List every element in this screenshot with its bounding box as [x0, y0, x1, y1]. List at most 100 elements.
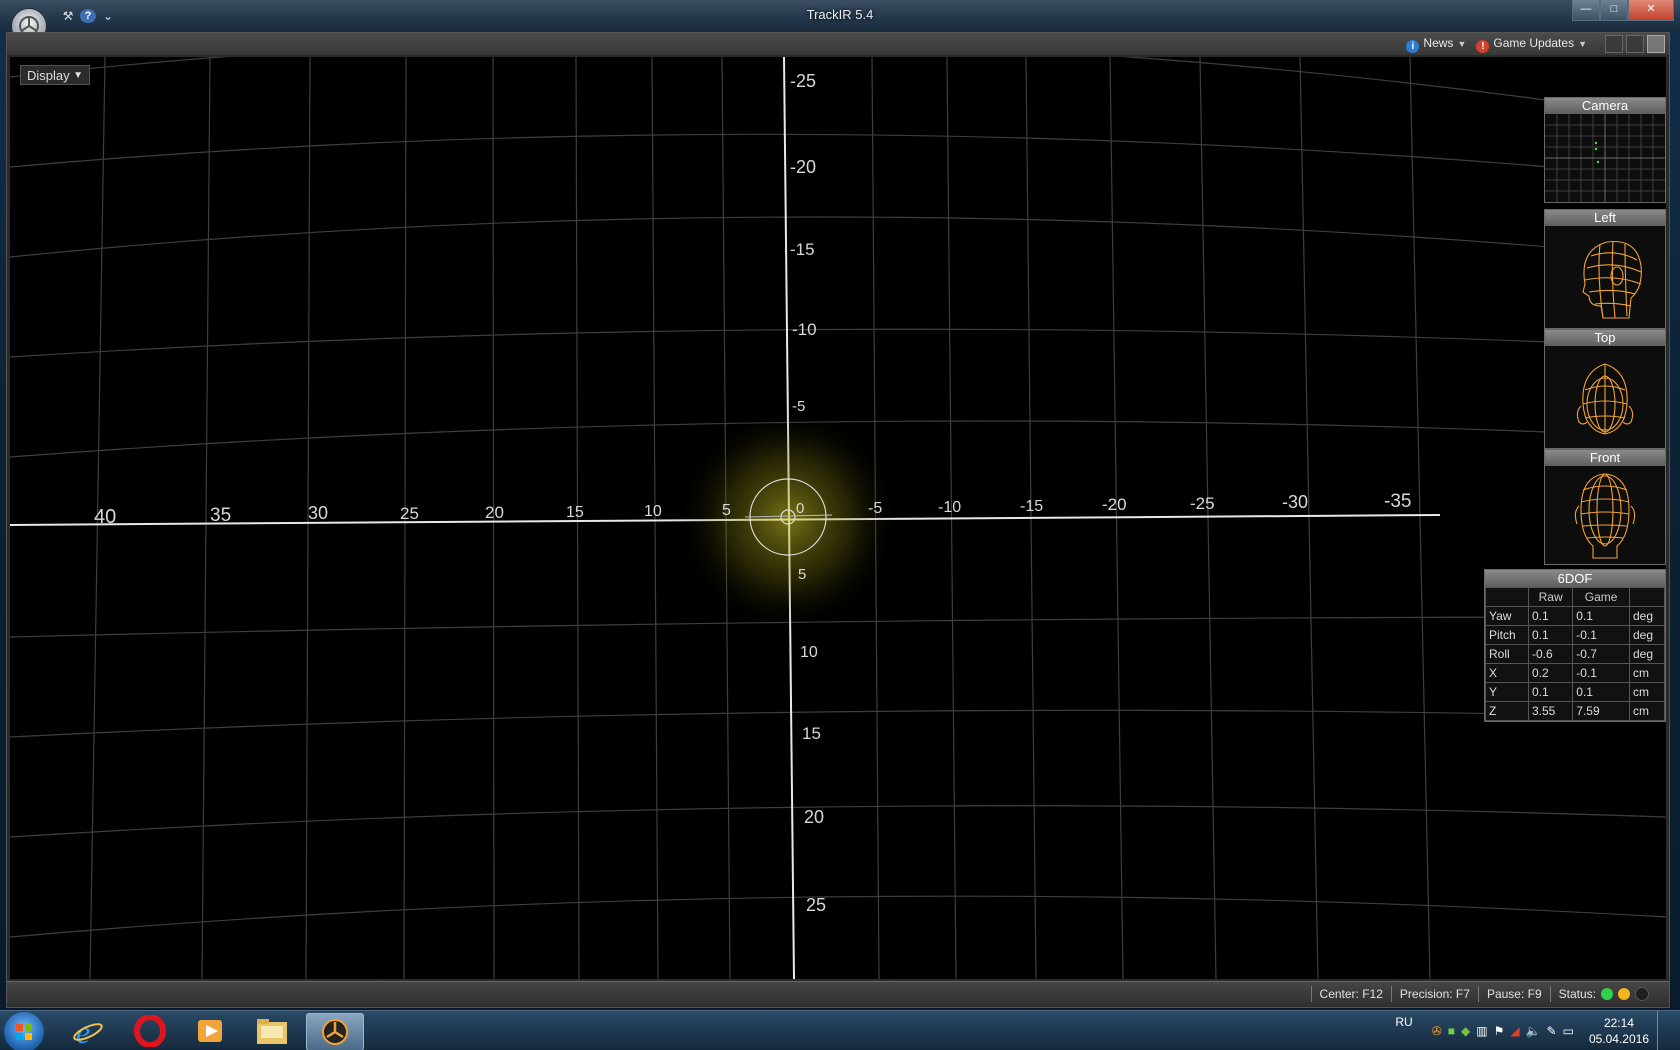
row-label: Yaw: [1485, 606, 1529, 626]
raw-value: 3.55: [1527, 701, 1574, 721]
news-label: News: [1423, 35, 1454, 50]
row-label: Z: [1485, 701, 1529, 721]
x-tick-label: -10: [938, 499, 961, 516]
top-view-panel[interactable]: Top: [1544, 329, 1666, 449]
tools-icon[interactable]: ⚒: [60, 9, 76, 23]
head-front-wireframe-icon: [1574, 473, 1636, 559]
x-tick-label: -30: [1282, 492, 1308, 512]
unit: cm: [1629, 682, 1665, 702]
x-tick-label: 0: [796, 500, 804, 517]
camera-preview: [1545, 114, 1665, 202]
raw-value: 0.2: [1527, 663, 1574, 683]
internet-explorer-icon[interactable]: e: [60, 1013, 116, 1049]
minimize-button[interactable]: —: [1572, 0, 1600, 21]
table-row: Pitch 0.1 -0.1 deg: [1485, 625, 1665, 645]
table-row: Y 0.1 0.1 cm: [1485, 682, 1665, 702]
y-tick-label: -15: [790, 240, 815, 259]
chevron-down-icon: ▼: [73, 70, 83, 81]
y-tick-label: 5: [798, 566, 806, 583]
clock-time: 22:14: [1603, 1016, 1634, 1030]
opera-icon[interactable]: [122, 1013, 178, 1049]
table-row: Z 3.55 7.59 cm: [1485, 701, 1665, 721]
y-tick-label: -10: [792, 320, 817, 339]
table-row: Roll -0.6 -0.7 deg: [1485, 644, 1665, 664]
y-tick-label: 25: [806, 895, 826, 915]
title-bar[interactable]: TrackIR 5.4 — □ ✕ ⚒ ? ⌄: [0, 0, 1680, 32]
menu-bar: i News ▼ ! Game Updates ▼: [7, 33, 1669, 55]
app-tray-icon[interactable]: ■: [1448, 1024, 1455, 1038]
chat-tray-icon[interactable]: ✎: [1547, 1024, 1557, 1038]
y-tick-label: 20: [804, 807, 824, 827]
view-full-button[interactable]: [1647, 35, 1665, 53]
display-tray-icon[interactable]: ▭: [1563, 1024, 1574, 1038]
y-tick-label: -20: [790, 157, 816, 177]
volume-icon[interactable]: 🔈: [1526, 1024, 1541, 1038]
chevron-down-icon: ▼: [1457, 38, 1467, 49]
table-row: Yaw 0.1 0.1 deg: [1485, 606, 1665, 626]
language-indicator[interactable]: RU: [1395, 1015, 1412, 1029]
maximize-button[interactable]: □: [1600, 0, 1628, 21]
pause-hotkey-label: Pause: F9: [1486, 987, 1542, 1001]
unit: cm: [1629, 663, 1665, 683]
unit: deg: [1629, 606, 1665, 626]
info-icon: i: [1406, 39, 1420, 53]
y-tick-label: 10: [800, 644, 818, 661]
head-position-glow: [676, 407, 900, 631]
row-label: X: [1485, 663, 1529, 683]
view-split-button[interactable]: [1626, 35, 1644, 53]
row-label: Roll: [1485, 644, 1529, 664]
trackir-taskbar-icon[interactable]: [306, 1013, 364, 1050]
display-dropdown-label: Display: [27, 68, 70, 83]
show-desktop-button[interactable]: [1657, 1011, 1672, 1050]
raw-value: 0.1: [1527, 606, 1574, 626]
alert-tray-icon[interactable]: ◢: [1510, 1024, 1519, 1038]
camera-panel-title: Camera: [1545, 98, 1665, 114]
unit: deg: [1629, 644, 1665, 664]
system-tray: RU ✇ ■ ◆ ▥ ⚑ ◢ 🔈 ✎ ▭ 22:14 05.04.2016: [1395, 1011, 1672, 1050]
tracking-grid: 40 35 30 25 20 15 10 5 0 -5 -10 -15 -20 …: [10, 57, 1666, 979]
clock[interactable]: 22:14 05.04.2016: [1589, 1015, 1649, 1047]
view-list-button[interactable]: [1605, 35, 1623, 53]
camera-panel[interactable]: Camera: [1544, 97, 1666, 203]
window-title: TrackIR 5.4: [806, 7, 874, 22]
game-value: -0.1: [1572, 625, 1630, 645]
head-top-wireframe-icon: [1576, 363, 1634, 435]
x-tick-label: 10: [644, 503, 662, 520]
unit: cm: [1629, 701, 1665, 721]
flag-tray-icon[interactable]: ⚑: [1494, 1024, 1505, 1038]
front-view-panel[interactable]: Front: [1544, 449, 1666, 565]
display-dropdown[interactable]: Display ▼: [20, 65, 90, 85]
tracking-viewport[interactable]: 40 35 30 25 20 15 10 5 0 -5 -10 -15 -20 …: [10, 57, 1666, 979]
help-icon[interactable]: ?: [80, 9, 96, 23]
trackir-tray-icon[interactable]: ✇: [1432, 1024, 1442, 1038]
network-tray-icon[interactable]: ▥: [1476, 1024, 1487, 1038]
clock-date: 05.04.2016: [1588, 1032, 1649, 1046]
status-led-off: [1635, 987, 1649, 1001]
row-label: Y: [1485, 682, 1529, 702]
x-tick-label: 15: [566, 504, 584, 521]
x-tick-label: -20: [1102, 495, 1127, 514]
left-panel-title: Left: [1545, 210, 1665, 226]
x-tick-label: 20: [485, 503, 504, 522]
sixdof-table: 6DOF Raw Game Yaw 0.1 0.1 deg Pitch 0.1 -0.1 d…: [1484, 569, 1666, 722]
chevron-down-icon[interactable]: ⌄: [100, 9, 116, 23]
precision-hotkey-label: Precision: F7: [1399, 987, 1470, 1001]
news-menu[interactable]: i News ▼: [1406, 36, 1466, 53]
game-value: -0.1: [1572, 663, 1630, 683]
left-view-panel[interactable]: Left: [1544, 209, 1666, 329]
start-button[interactable]: [4, 1012, 44, 1050]
x-tick-label: 35: [210, 505, 231, 526]
x-tick-label: 25: [400, 504, 419, 523]
raw-column-header: Raw: [1527, 587, 1574, 607]
file-explorer-icon[interactable]: [244, 1013, 300, 1049]
trackir-window: TrackIR 5.4 — □ ✕ ⚒ ? ⌄ i News ▼ ! Game …: [0, 0, 1680, 1010]
unit: deg: [1629, 625, 1665, 645]
close-button[interactable]: ✕: [1628, 0, 1674, 21]
media-player-icon[interactable]: [182, 1013, 238, 1049]
alert-icon: !: [1476, 39, 1490, 53]
x-tick-label: -25: [1190, 494, 1215, 513]
game-updates-menu[interactable]: ! Game Updates ▼: [1476, 36, 1587, 53]
taskbar: e RU ✇ ■ ◆ ▥ ⚑ ◢ 🔈 ✎ ▭ 22:14 05.04.2016: [0, 1010, 1680, 1050]
y-tick-label: -25: [790, 71, 816, 91]
nvidia-tray-icon[interactable]: ◆: [1461, 1024, 1470, 1038]
